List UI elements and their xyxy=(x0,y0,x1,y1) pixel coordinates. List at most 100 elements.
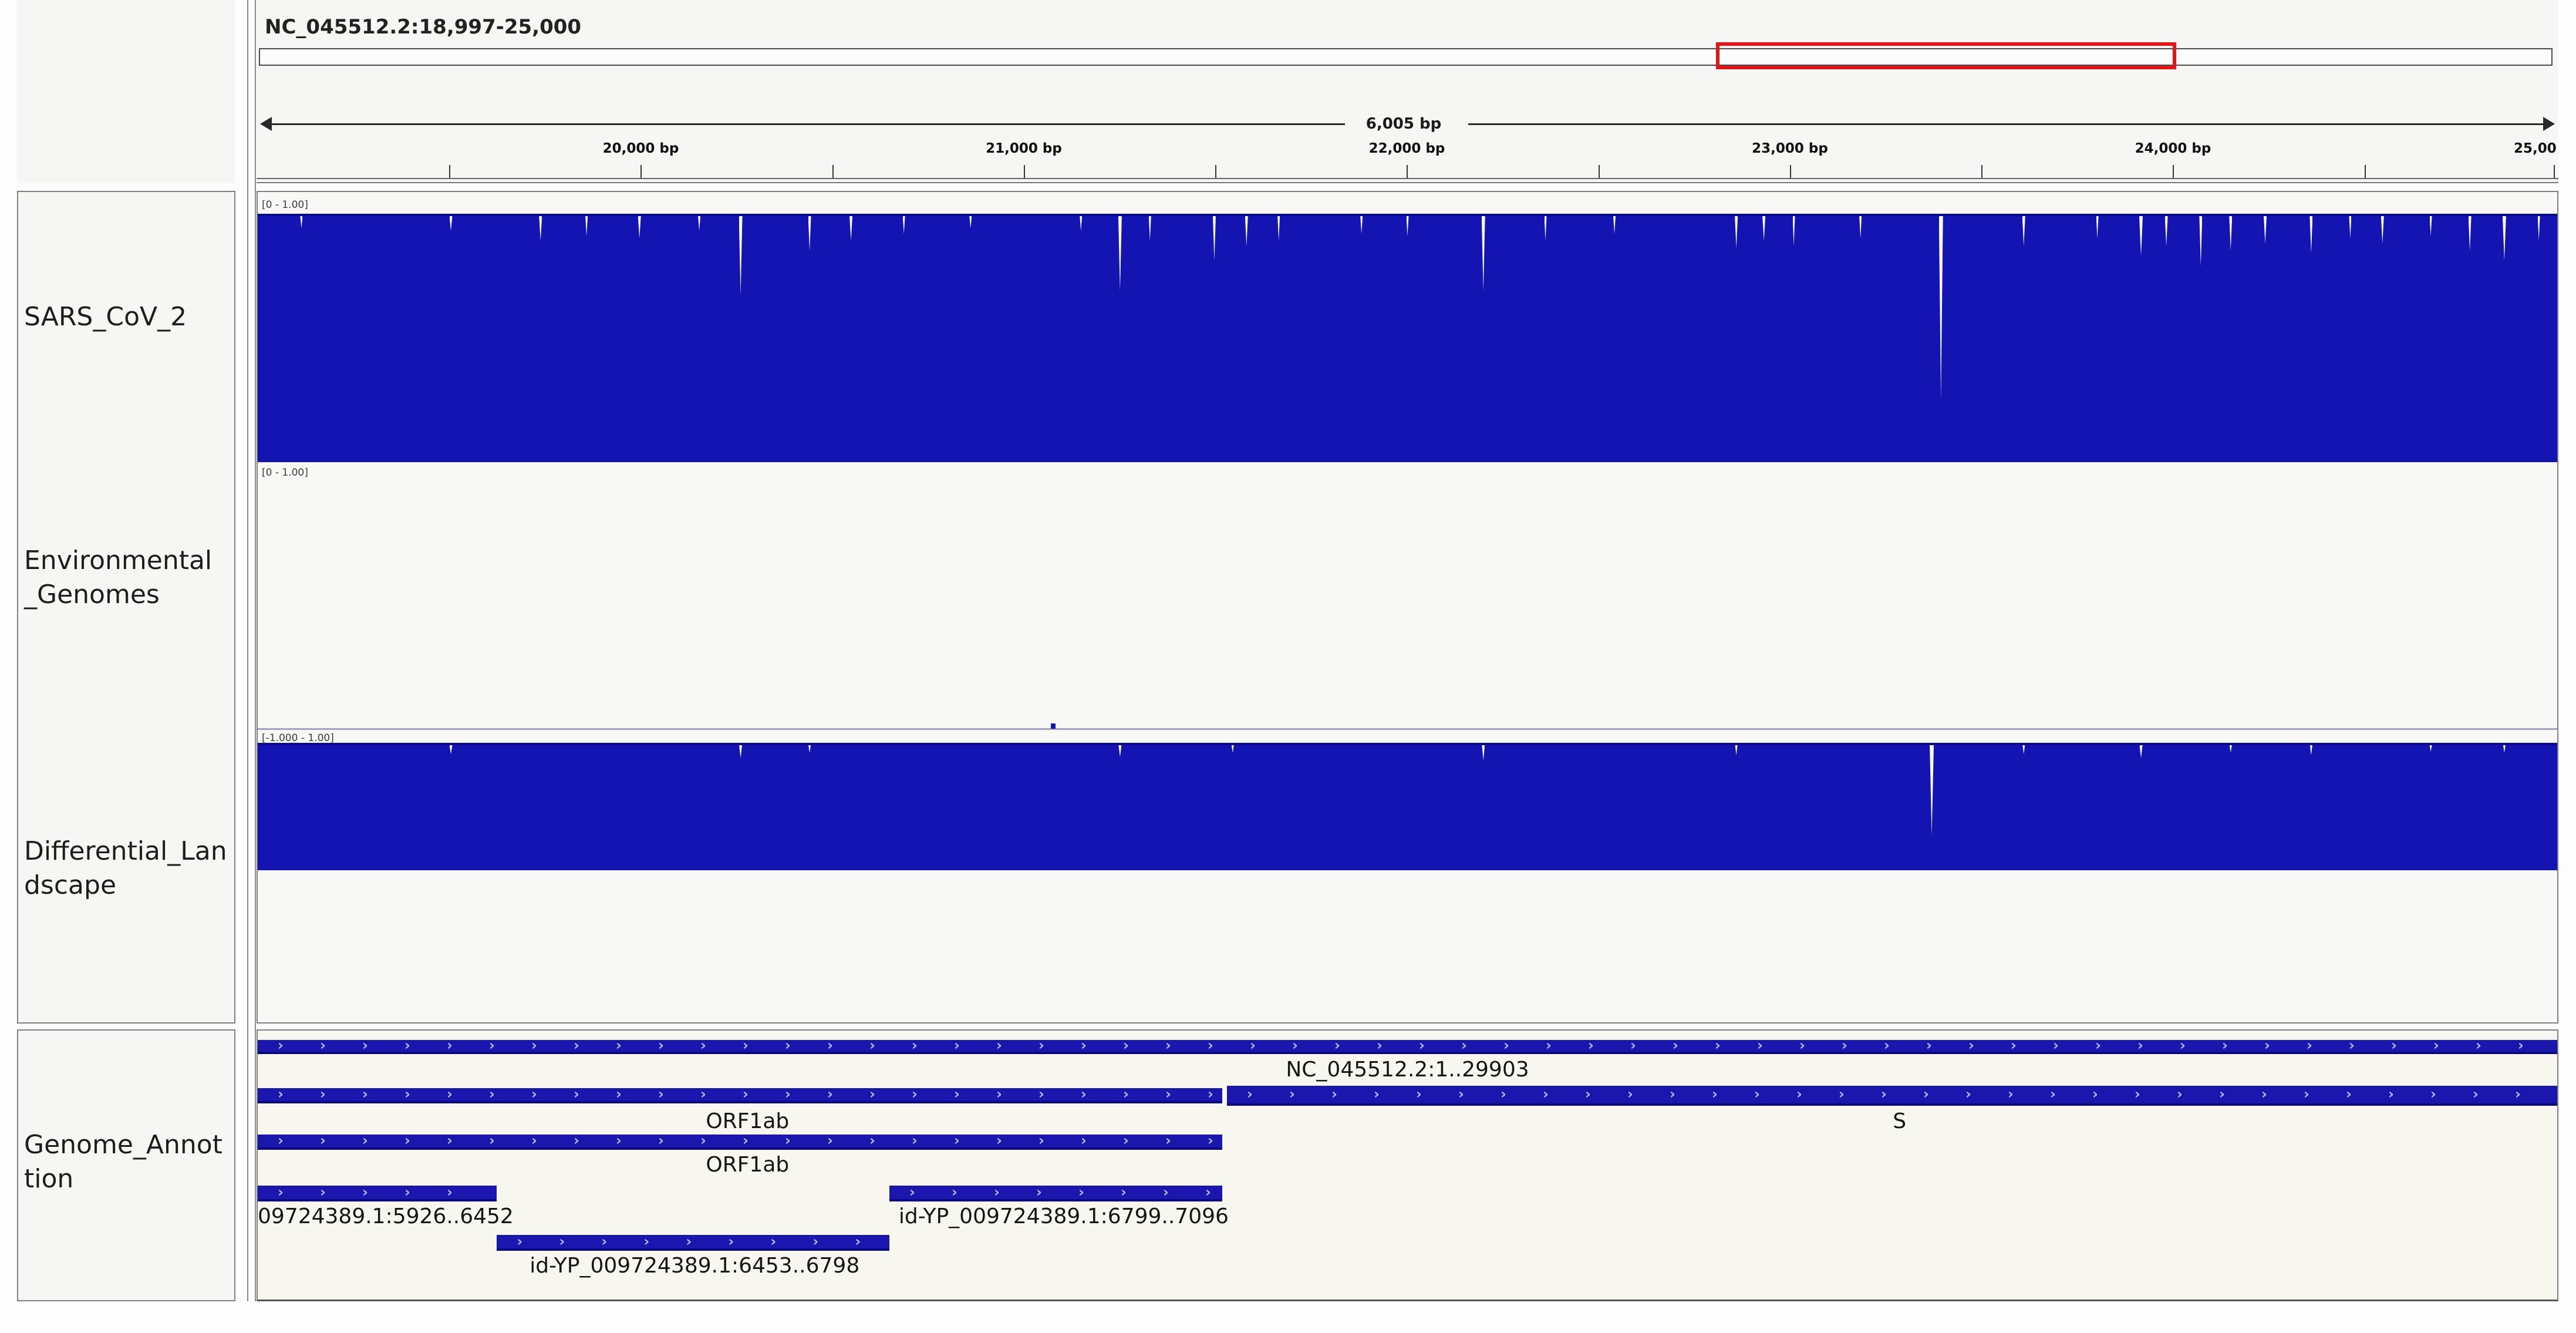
coverage-gap xyxy=(2429,745,2432,752)
strand-right-icon: › xyxy=(447,1037,453,1053)
strand-right-icon: › xyxy=(559,1233,565,1250)
strand-right-icon: › xyxy=(1503,1037,1509,1053)
strand-right-icon: › xyxy=(1965,1086,1971,1102)
feature-bar-genome-region[interactable]: › › › › › › › › › › › › › › › › › › › › › › › › › › › › › › › › › › › › › › › ›… xyxy=(258,1037,2557,1054)
coverage-gap xyxy=(1792,216,1795,246)
strand-right-icon: › xyxy=(951,1183,957,1200)
annotation-name-panel: Genome_Annot tion xyxy=(17,1029,235,1301)
strand-right-icon: › xyxy=(869,1037,875,1053)
coverage-gap xyxy=(1118,216,1122,291)
range-label-sars: [0 - 1.00] xyxy=(262,199,308,211)
strand-right-icon: › xyxy=(2008,1086,2014,1102)
coverage-gap xyxy=(698,216,701,231)
panel-divider-line[interactable] xyxy=(247,0,248,1301)
strand-right-icon: › xyxy=(1588,1037,1594,1053)
strand-right-icon: › xyxy=(1123,1132,1129,1149)
chromosome-ideogram[interactable] xyxy=(259,48,2553,66)
annotation-data-panel: › › › › › › › › › › › › › › › › › › › › › › › › › › › › › › › › › › › › › › › ›… xyxy=(257,1029,2558,1301)
ruler-baseline xyxy=(257,178,2558,179)
coverage-gap xyxy=(1231,745,1234,753)
strand-right-icon: › xyxy=(1673,1037,1678,1053)
strand-right-icon: › xyxy=(278,1037,284,1053)
strand-right-icon: › xyxy=(954,1086,960,1102)
ruler-line-left xyxy=(265,123,1345,125)
feature-bar-mat-peptide-5926-6452[interactable]: › › › › › xyxy=(258,1183,497,1201)
coverage-gap xyxy=(2537,216,2540,241)
feature-bar-s-gene[interactable]: › › › › › › › › › › › › › › › › › › › › › › › › › › › › › › › xyxy=(1227,1086,2557,1106)
strand-right-icon: › xyxy=(531,1037,537,1053)
strand-right-icon: › xyxy=(320,1037,326,1053)
coverage-gap xyxy=(808,216,811,251)
coverage-gap xyxy=(1360,216,1363,234)
strand-right-icon: › xyxy=(912,1086,918,1102)
strand-right-icon: › xyxy=(1208,1037,1213,1053)
strand-right-icon: › xyxy=(2092,1086,2098,1102)
strand-right-icon: › xyxy=(1039,1132,1044,1149)
strand-right-icon: › xyxy=(404,1132,410,1149)
ruler-line-right xyxy=(1468,123,2548,125)
coverage-gap xyxy=(1735,745,1738,755)
track-label-environmental-genomes[interactable]: Environmental _Genomes xyxy=(24,544,212,612)
signal-area-sars-cov-2[interactable] xyxy=(258,214,2557,462)
locus-label[interactable]: NC_045512.2:18,997-25,000 xyxy=(265,15,581,39)
strand-right-icon: › xyxy=(616,1132,622,1149)
feature-label-orf1ab-cds: ORF1ab xyxy=(706,1153,790,1177)
strand-right-icon: › xyxy=(1501,1086,1506,1102)
strand-right-icon: › xyxy=(362,1037,368,1053)
strand-right-icon: › xyxy=(2433,1037,2439,1053)
feature-bar-orf1ab-gene[interactable]: › › › › › › › › › › › › › › › › › › › › › › › xyxy=(258,1086,1223,1103)
strand-right-icon: › xyxy=(1123,1086,1129,1102)
track-label-line: Genome_Annot xyxy=(24,1130,222,1160)
signal-area-differential-landscape[interactable] xyxy=(258,743,2557,870)
track-label-differential-landscape[interactable]: Differential_Lan dscape xyxy=(24,834,227,903)
strand-right-icon: › xyxy=(2304,1086,2309,1102)
coverage-gap xyxy=(2468,216,2472,251)
track-label-genome-annotation[interactable]: Genome_Annot tion xyxy=(24,1128,222,1196)
track-label-line: Environmental xyxy=(24,546,213,575)
ruler-tick xyxy=(1981,165,1983,178)
strand-right-icon: › xyxy=(601,1233,608,1250)
strand-right-icon: › xyxy=(2050,1086,2056,1102)
top-left-spacer xyxy=(17,0,235,183)
ruler-tick-label: 25,00 xyxy=(2514,141,2557,156)
strand-right-icon: › xyxy=(743,1037,748,1053)
track-label-sars-cov-2[interactable]: SARS_CoV_2 xyxy=(24,300,187,334)
strand-right-icon: › xyxy=(1670,1086,1675,1102)
coverage-gap xyxy=(2264,216,2267,244)
strand-right-icon: › xyxy=(996,1132,1002,1149)
coverage-gap xyxy=(1148,216,1151,241)
ruler-tick xyxy=(2173,165,2174,178)
feature-bar-orf1ab-cds[interactable]: › › › › › › › › › › › › › › › › › › › › › › › xyxy=(258,1132,1223,1150)
strand-right-icon: › xyxy=(2135,1086,2140,1102)
strand-right-icon: › xyxy=(728,1233,734,1250)
feature-label-mat-peptide-6799-7096: id-YP_009724389.1:6799..7096 xyxy=(898,1204,1229,1228)
strand-right-icon: › xyxy=(1416,1086,1422,1102)
feature-label-orf1ab-gene: ORF1ab xyxy=(706,1109,790,1133)
ruler-tick xyxy=(2364,165,2366,178)
strand-right-icon: › xyxy=(278,1183,284,1200)
view-region-box[interactable] xyxy=(1716,42,2177,69)
coverage-gap xyxy=(2309,745,2312,755)
strand-right-icon: › xyxy=(1120,1183,1127,1200)
strand-right-icon: › xyxy=(278,1132,284,1149)
strand-right-icon: › xyxy=(1165,1037,1171,1053)
strand-right-icon: › xyxy=(2430,1086,2436,1102)
feature-bar-mat-peptide-6799-7096[interactable]: › › › › › › › › xyxy=(889,1183,1223,1201)
strand-right-icon: › xyxy=(404,1183,410,1200)
coverage-gap xyxy=(1118,745,1122,757)
strand-right-icon: › xyxy=(770,1233,777,1250)
coverage-gap xyxy=(2309,216,2313,253)
strand-right-icon: › xyxy=(2349,1037,2355,1053)
coverage-gap xyxy=(1930,745,1934,836)
strand-right-icon: › xyxy=(447,1132,453,1149)
feature-bar-mat-peptide-6453-6798[interactable]: › › › › › › › › › xyxy=(497,1233,889,1251)
strand-right-icon: › xyxy=(1036,1183,1042,1200)
coverage-gap xyxy=(2503,745,2506,753)
coverage-gap xyxy=(1859,216,1862,238)
strand-right-icon: › xyxy=(993,1183,1000,1200)
strand-right-icon: › xyxy=(1458,1086,1464,1102)
strand-right-icon: › xyxy=(616,1086,622,1102)
strand-right-icon: › xyxy=(2473,1086,2479,1102)
panel-divider-line[interactable] xyxy=(255,0,256,1301)
differential-track-topline xyxy=(258,728,2557,730)
